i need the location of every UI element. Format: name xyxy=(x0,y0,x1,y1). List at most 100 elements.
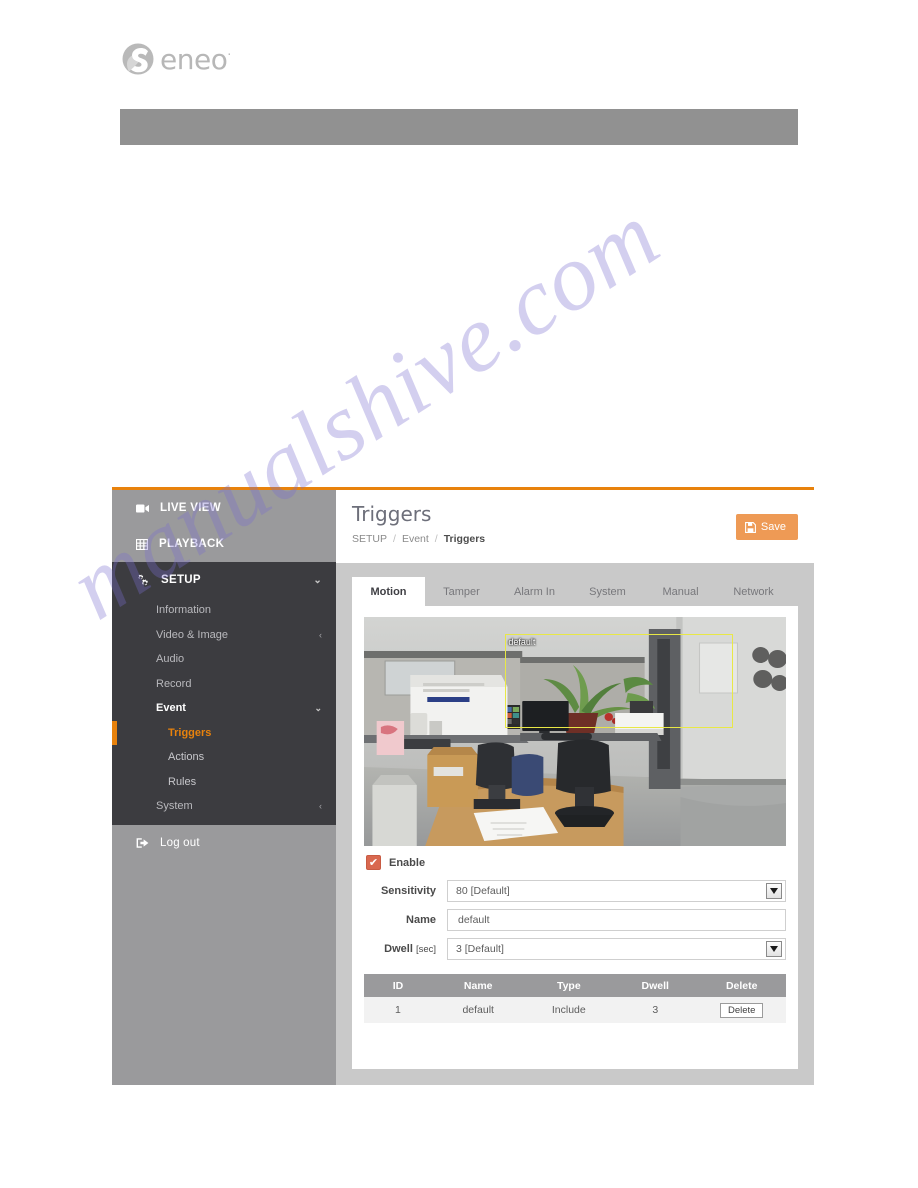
chevron-down-icon[interactable] xyxy=(766,883,782,899)
motion-regions-table: ID Name Type Dwell Delete 1 default Incl… xyxy=(364,974,786,1023)
sidebar-item-label: SETUP xyxy=(161,574,201,586)
brand-name: eneo· xyxy=(160,46,231,74)
sidebar-item-system[interactable]: System ‹ xyxy=(112,794,336,819)
tab-motion[interactable]: Motion xyxy=(352,577,425,606)
tab-bar: Motion Tamper Alarm In System Manual Net… xyxy=(352,577,798,606)
video-camera-icon xyxy=(136,503,149,514)
cell-type: Include xyxy=(524,997,614,1023)
delete-button[interactable]: Delete xyxy=(719,1002,764,1018)
sidebar-item-label: Log out xyxy=(160,836,200,849)
sidebar-item-label: Information xyxy=(156,604,212,617)
motion-region-box[interactable]: default xyxy=(505,634,734,729)
dwell-row: Dwell [sec] 3 [Default] xyxy=(364,938,786,960)
sidebar-bottom-section: Log out xyxy=(112,824,336,1085)
motion-region-label: default xyxy=(508,637,536,648)
save-button[interactable]: Save xyxy=(735,514,798,540)
sidebar-item-label: Record xyxy=(156,677,192,690)
sidebar-item-label: Video & Image xyxy=(156,628,228,641)
sidebar-item-record[interactable]: Record xyxy=(112,672,336,697)
motion-settings-form: ✔ Enable Sensitivity 80 [Default] Name d… xyxy=(364,855,786,967)
sidebar-setup-section: SETUP ⌄ Information Video & Image ‹ Audi… xyxy=(112,562,336,825)
save-disk-icon xyxy=(744,521,756,533)
column-header-id: ID xyxy=(364,974,432,997)
dwell-value: 3 [Default] xyxy=(456,943,504,955)
chevron-down-icon: ⌄ xyxy=(314,702,322,713)
brand-superscript: · xyxy=(227,47,231,62)
column-header-delete: Delete xyxy=(697,974,786,997)
cell-name: default xyxy=(431,997,525,1023)
sensitivity-row: Sensitivity 80 [Default] xyxy=(364,880,786,902)
breadcrumb-separator: / xyxy=(434,533,438,545)
eneo-logo-icon xyxy=(120,42,156,78)
cell-delete: Delete xyxy=(697,997,786,1023)
content-body: Motion Tamper Alarm In System Manual Net… xyxy=(336,563,814,1085)
content-header: Triggers SETUP / Event / Triggers Save xyxy=(336,490,814,563)
breadcrumb-item-triggers: Triggers xyxy=(443,533,486,545)
sidebar-item-logout[interactable]: Log out xyxy=(112,825,336,861)
name-row: Name xyxy=(364,909,786,931)
name-label: Name xyxy=(406,914,436,926)
logout-icon xyxy=(136,837,149,849)
breadcrumb-item-event[interactable]: Event xyxy=(402,533,429,545)
dwell-select[interactable]: 3 [Default] xyxy=(447,938,786,960)
sensitivity-label: Sensitivity xyxy=(380,885,436,897)
sidebar-item-label: Triggers xyxy=(168,726,212,739)
enable-checkbox[interactable]: ✔ xyxy=(366,855,381,870)
sidebar-item-label: PLAYBACK xyxy=(159,538,225,550)
sidebar-item-label: Rules xyxy=(168,775,197,788)
sidebar-item-setup[interactable]: SETUP ⌄ xyxy=(112,562,336,598)
camera-web-ui: LIVE VIEW PLAYBACK SETUP ⌄ Information V… xyxy=(112,487,814,1085)
sidebar-item-rules[interactable]: Rules xyxy=(112,770,336,795)
sidebar-item-video-image[interactable]: Video & Image ‹ xyxy=(112,623,336,648)
tab-network[interactable]: Network xyxy=(717,577,790,606)
table-header-row: ID Name Type Dwell Delete xyxy=(364,974,786,997)
sidebar: LIVE VIEW PLAYBACK SETUP ⌄ Information V… xyxy=(112,490,336,1085)
film-strip-icon xyxy=(135,538,149,550)
enable-row: ✔ Enable xyxy=(364,855,786,870)
sensitivity-value: 80 [Default] xyxy=(456,885,510,897)
cell-id: 1 xyxy=(364,997,432,1023)
chevron-left-icon: ‹ xyxy=(319,801,322,812)
save-button-label: Save xyxy=(760,521,786,533)
chevron-down-icon: ⌄ xyxy=(313,574,322,586)
brand-name-text: eneo xyxy=(160,43,228,76)
tab-manual[interactable]: Manual xyxy=(644,577,717,606)
sidebar-item-actions[interactable]: Actions xyxy=(112,745,336,770)
content-area: Triggers SETUP / Event / Triggers Save M… xyxy=(336,490,814,1085)
chevron-down-icon[interactable] xyxy=(766,941,782,957)
sidebar-item-event[interactable]: Event ⌄ xyxy=(112,696,336,721)
sidebar-item-label: System xyxy=(156,800,193,813)
camera-preview[interactable]: default xyxy=(364,617,786,846)
sidebar-item-triggers[interactable]: Triggers xyxy=(112,720,336,746)
column-header-dwell: Dwell xyxy=(613,974,698,997)
sidebar-item-audio[interactable]: Audio xyxy=(112,647,336,672)
cell-dwell: 3 xyxy=(613,997,698,1023)
dwell-label: Dwell [sec] xyxy=(364,943,447,955)
breadcrumb-separator: / xyxy=(393,533,396,545)
name-input-wrap[interactable] xyxy=(447,909,786,931)
dwell-label-text: Dwell xyxy=(384,943,413,955)
sidebar-top-section: LIVE VIEW PLAYBACK xyxy=(112,490,336,562)
brand-logo: eneo· xyxy=(120,42,231,78)
column-header-name: Name xyxy=(431,974,525,997)
page-banner xyxy=(120,109,798,145)
sidebar-item-playback[interactable]: PLAYBACK xyxy=(112,526,336,562)
column-header-type: Type xyxy=(524,974,614,997)
chevron-left-icon: ‹ xyxy=(319,629,322,640)
sidebar-item-label: Actions xyxy=(168,751,205,764)
sidebar-item-label: LIVE VIEW xyxy=(160,502,221,514)
table-row: 1 default Include 3 Delete xyxy=(364,997,786,1023)
tab-system[interactable]: System xyxy=(571,577,644,606)
dwell-unit: [sec] xyxy=(415,944,436,955)
name-input[interactable] xyxy=(456,913,785,927)
breadcrumb-item-setup[interactable]: SETUP xyxy=(352,533,387,545)
tab-alarm-in[interactable]: Alarm In xyxy=(498,577,571,606)
sidebar-item-live-view[interactable]: LIVE VIEW xyxy=(112,490,336,526)
sensitivity-select[interactable]: 80 [Default] xyxy=(447,880,786,902)
tab-tamper[interactable]: Tamper xyxy=(425,577,498,606)
sidebar-item-information[interactable]: Information xyxy=(112,598,336,623)
enable-label: Enable xyxy=(389,856,426,869)
motion-panel: default ✔ Enable Sensitivity 80 [Default… xyxy=(352,606,798,1069)
sidebar-item-label: Audio xyxy=(156,653,185,666)
sidebar-item-label: Event xyxy=(156,702,186,715)
